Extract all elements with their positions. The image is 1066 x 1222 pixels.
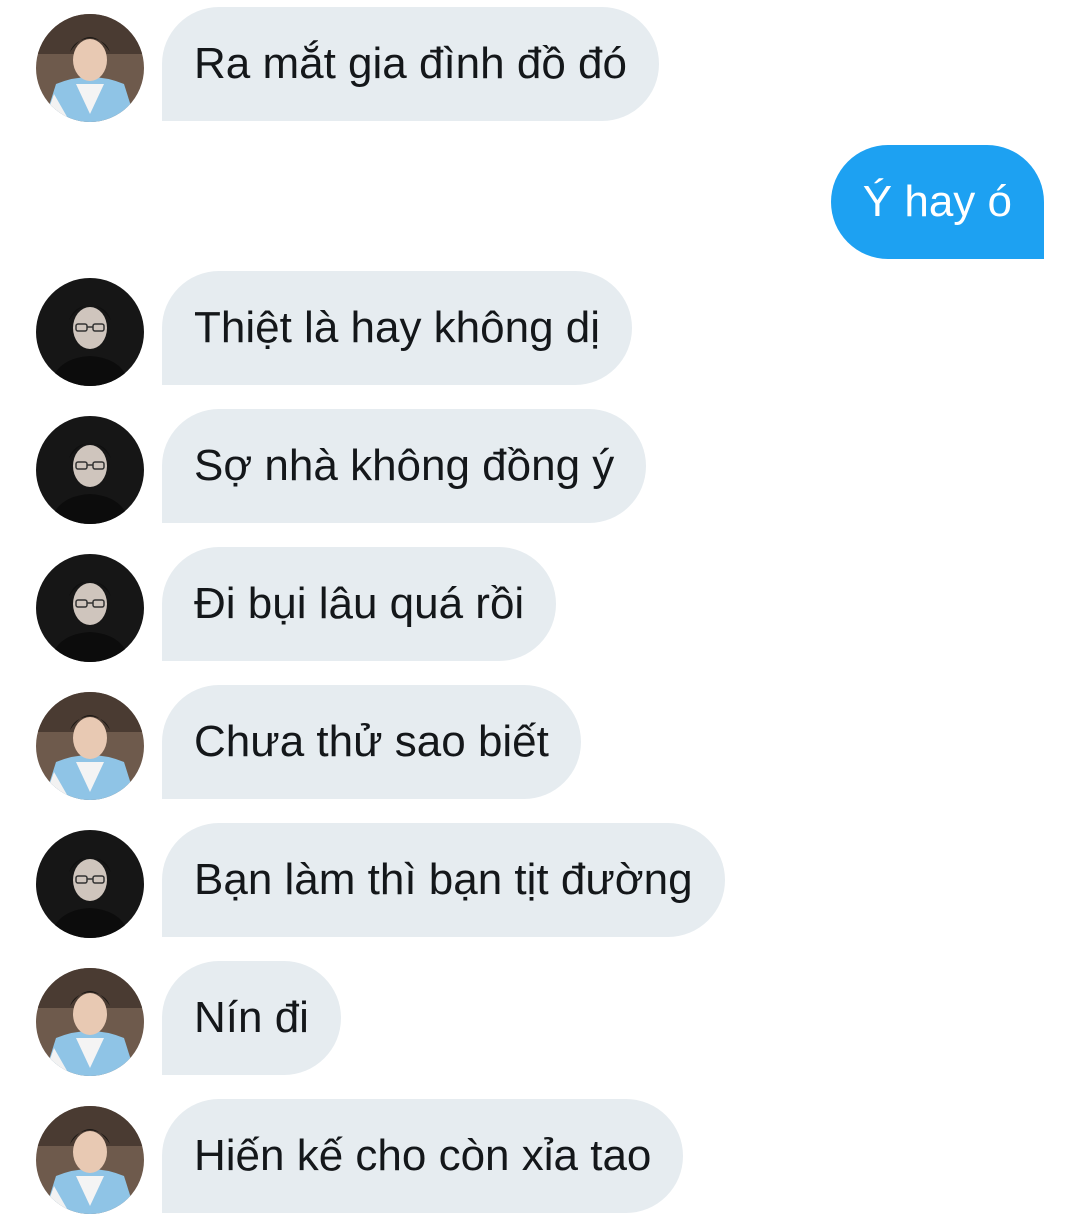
message-row: Đi bụi lâu quá rồi (0, 547, 1066, 662)
message-bubble-incoming[interactable]: Bạn làm thì bạn tịt đường (162, 823, 725, 937)
avatar[interactable] (36, 416, 144, 524)
message-bubble-incoming[interactable]: Sợ nhà không đồng ý (162, 409, 647, 523)
avatar[interactable] (36, 830, 144, 938)
message-bubble-incoming[interactable]: Nín đi (162, 961, 341, 1075)
avatar[interactable] (36, 14, 144, 122)
avatar[interactable] (36, 554, 144, 662)
glasses-avatar-image (36, 278, 144, 386)
hanbok-avatar-image (36, 692, 144, 800)
message-row: Ý hay ó (0, 145, 1066, 259)
message-bubble-incoming[interactable]: Hiến kế cho còn xỉa tao (162, 1099, 684, 1213)
hanbok-avatar-image (36, 14, 144, 122)
avatar[interactable] (36, 278, 144, 386)
message-row: Chưa thử sao biết (0, 685, 1066, 800)
glasses-avatar-image (36, 554, 144, 662)
message-row: Bạn làm thì bạn tịt đường (0, 823, 1066, 938)
glasses-avatar-image (36, 830, 144, 938)
message-bubble-incoming[interactable]: Ra mắt gia đình đồ đó (162, 7, 659, 121)
message-row: Ra mắt gia đình đồ đó (0, 7, 1066, 122)
avatar[interactable] (36, 968, 144, 1076)
message-row: Sợ nhà không đồng ý (0, 409, 1066, 524)
message-bubble-incoming[interactable]: Chưa thử sao biết (162, 685, 581, 799)
avatar[interactable] (36, 1106, 144, 1214)
message-row: Thiệt là hay không dị (0, 271, 1066, 386)
message-bubble-outgoing[interactable]: Ý hay ó (830, 145, 1044, 259)
message-bubble-incoming[interactable]: Thiệt là hay không dị (162, 271, 633, 385)
message-bubble-incoming[interactable]: Đi bụi lâu quá rồi (162, 547, 557, 661)
hanbok-avatar-image (36, 1106, 144, 1214)
message-row: Nín đi (0, 961, 1066, 1076)
message-row: Hiến kế cho còn xỉa tao (0, 1099, 1066, 1214)
avatar[interactable] (36, 692, 144, 800)
hanbok-avatar-image (36, 968, 144, 1076)
glasses-avatar-image (36, 416, 144, 524)
